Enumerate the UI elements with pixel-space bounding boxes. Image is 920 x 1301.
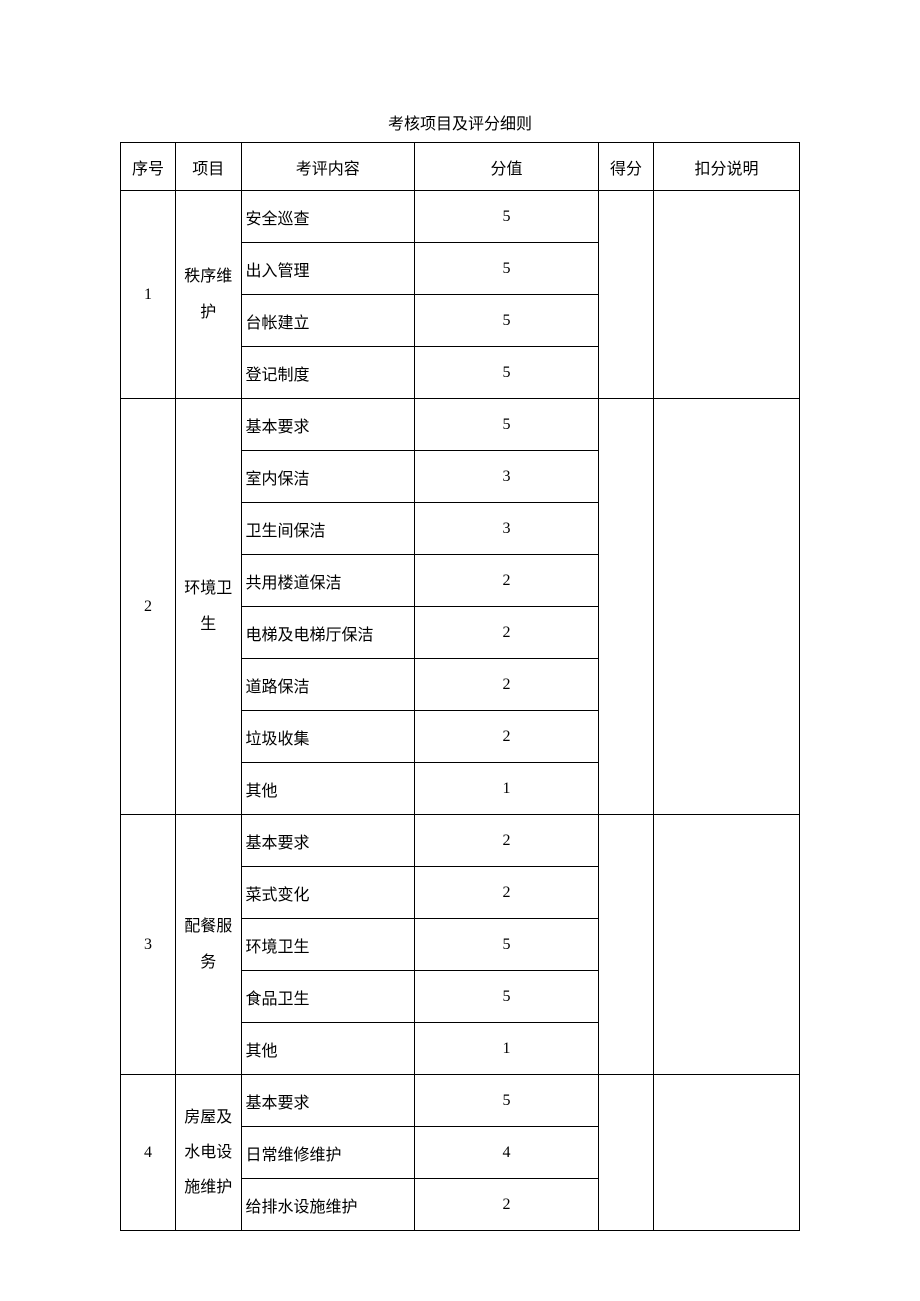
table-body: 1秩序维护安全巡查5出入管理5台帐建立5登记制度52环境卫生基本要求5室内保洁3… xyxy=(121,191,800,1231)
cell-got xyxy=(599,815,654,1075)
cell-content: 基本要求 xyxy=(241,815,414,867)
cell-score: 5 xyxy=(414,1075,598,1127)
cell-content: 食品卫生 xyxy=(241,971,414,1023)
cell-explain xyxy=(653,191,799,399)
cell-seq: 3 xyxy=(121,815,176,1075)
cell-score: 5 xyxy=(414,919,598,971)
cell-score: 4 xyxy=(414,1127,598,1179)
cell-score: 5 xyxy=(414,347,598,399)
table-row: 3配餐服务基本要求2 xyxy=(121,815,800,867)
header-got: 得分 xyxy=(599,143,654,191)
cell-score: 5 xyxy=(414,243,598,295)
cell-got xyxy=(599,1075,654,1231)
cell-seq: 1 xyxy=(121,191,176,399)
cell-score: 1 xyxy=(414,763,598,815)
header-score: 分值 xyxy=(414,143,598,191)
cell-content: 垃圾收集 xyxy=(241,711,414,763)
cell-score: 3 xyxy=(414,451,598,503)
cell-score: 2 xyxy=(414,555,598,607)
table-row: 1秩序维护安全巡查5 xyxy=(121,191,800,243)
cell-got xyxy=(599,399,654,815)
cell-content: 安全巡查 xyxy=(241,191,414,243)
cell-score: 5 xyxy=(414,971,598,1023)
cell-content: 卫生间保洁 xyxy=(241,503,414,555)
cell-got xyxy=(599,191,654,399)
cell-content: 日常维修维护 xyxy=(241,1127,414,1179)
cell-project: 房屋及水电设施维护 xyxy=(175,1075,241,1231)
cell-project: 环境卫生 xyxy=(175,399,241,815)
cell-score: 5 xyxy=(414,399,598,451)
table-header-row: 序号 项目 考评内容 分值 得分 扣分说明 xyxy=(121,143,800,191)
cell-score: 3 xyxy=(414,503,598,555)
cell-content: 台帐建立 xyxy=(241,295,414,347)
cell-content: 环境卫生 xyxy=(241,919,414,971)
cell-project: 配餐服务 xyxy=(175,815,241,1075)
cell-seq: 4 xyxy=(121,1075,176,1231)
cell-content: 基本要求 xyxy=(241,1075,414,1127)
header-seq: 序号 xyxy=(121,143,176,191)
cell-content: 给排水设施维护 xyxy=(241,1179,414,1231)
cell-explain xyxy=(653,815,799,1075)
table-row: 2环境卫生基本要求5 xyxy=(121,399,800,451)
header-explain: 扣分说明 xyxy=(653,143,799,191)
cell-score: 2 xyxy=(414,711,598,763)
cell-score: 2 xyxy=(414,867,598,919)
cell-explain xyxy=(653,399,799,815)
cell-content: 菜式变化 xyxy=(241,867,414,919)
cell-content: 道路保洁 xyxy=(241,659,414,711)
cell-content: 共用楼道保洁 xyxy=(241,555,414,607)
cell-score: 1 xyxy=(414,1023,598,1075)
cell-content: 出入管理 xyxy=(241,243,414,295)
cell-content: 基本要求 xyxy=(241,399,414,451)
cell-content: 登记制度 xyxy=(241,347,414,399)
header-project: 项目 xyxy=(175,143,241,191)
cell-content: 室内保洁 xyxy=(241,451,414,503)
cell-content: 其他 xyxy=(241,1023,414,1075)
cell-seq: 2 xyxy=(121,399,176,815)
cell-content: 其他 xyxy=(241,763,414,815)
cell-score: 2 xyxy=(414,607,598,659)
cell-score: 2 xyxy=(414,659,598,711)
cell-project: 秩序维护 xyxy=(175,191,241,399)
cell-score: 5 xyxy=(414,295,598,347)
assessment-table: 序号 项目 考评内容 分值 得分 扣分说明 1秩序维护安全巡查5出入管理5台帐建… xyxy=(120,142,800,1231)
header-content: 考评内容 xyxy=(241,143,414,191)
cell-content: 电梯及电梯厅保洁 xyxy=(241,607,414,659)
cell-score: 5 xyxy=(414,191,598,243)
table-row: 4房屋及水电设施维护基本要求5 xyxy=(121,1075,800,1127)
cell-explain xyxy=(653,1075,799,1231)
cell-score: 2 xyxy=(414,815,598,867)
cell-score: 2 xyxy=(414,1179,598,1231)
page-title: 考核项目及评分细则 xyxy=(120,110,800,134)
